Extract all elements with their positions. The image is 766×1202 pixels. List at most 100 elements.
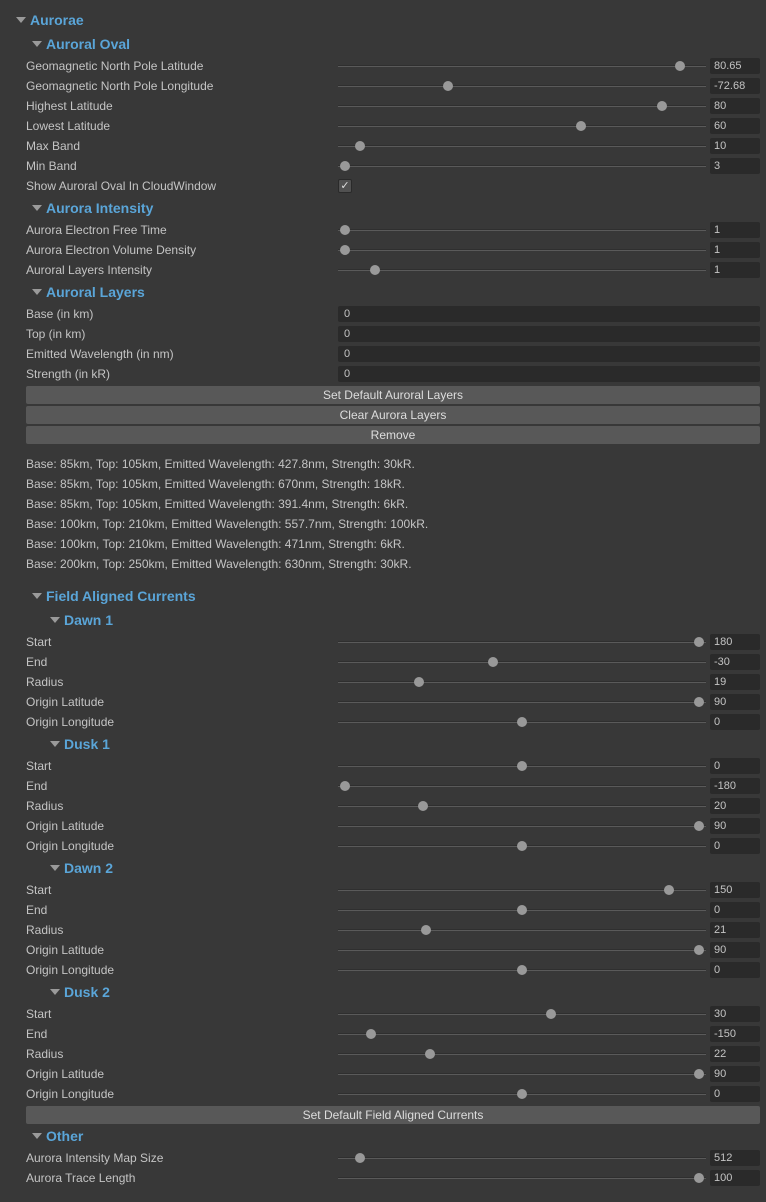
dusk2-origin-lat-field[interactable]: 90 — [710, 1066, 760, 1082]
layer-top-field[interactable]: 0 — [338, 326, 760, 342]
dawn2-end-field[interactable]: 0 — [710, 902, 760, 918]
min-band-field[interactable]: 3 — [710, 158, 760, 174]
dusk1-radius-slider[interactable] — [338, 798, 706, 814]
show-oval-checkbox[interactable] — [338, 179, 352, 193]
trace-length-field[interactable]: 100 — [710, 1170, 760, 1186]
dawn2-radius-slider[interactable] — [338, 922, 706, 938]
layers-intensity-field[interactable]: 1 — [710, 262, 760, 278]
dawn1-origin-lon-label: Origin Longitude — [6, 715, 338, 729]
dawn2-origin-lat-field[interactable]: 90 — [710, 942, 760, 958]
dawn1-end-field[interactable]: -30 — [710, 654, 760, 670]
foldout-icon — [32, 205, 42, 211]
dusk1-origin-lon-field[interactable]: 0 — [710, 838, 760, 854]
dusk1-end-slider[interactable] — [338, 778, 706, 794]
layer-emitted-field[interactable]: 0 — [338, 346, 760, 362]
header-dawn1[interactable]: Dawn 1 — [6, 608, 760, 632]
title-dawn2: Dawn 2 — [64, 860, 113, 876]
lowest-lat-label: Lowest Latitude — [6, 119, 338, 133]
header-dusk1[interactable]: Dusk 1 — [6, 732, 760, 756]
title-aurora-intensity: Aurora Intensity — [46, 200, 153, 216]
dawn1-end-slider[interactable] — [338, 654, 706, 670]
dusk2-end-field[interactable]: -150 — [710, 1026, 760, 1042]
electron-volume-density-field[interactable]: 1 — [710, 242, 760, 258]
dawn1-radius-field[interactable]: 19 — [710, 674, 760, 690]
electron-free-time-slider[interactable] — [338, 222, 706, 238]
dusk1-end-field[interactable]: -180 — [710, 778, 760, 794]
max-band-label: Max Band — [6, 139, 338, 153]
electron-volume-density-slider[interactable] — [338, 242, 706, 258]
highest-lat-slider[interactable] — [338, 98, 706, 114]
dawn1-origin-lon-slider[interactable] — [338, 714, 706, 730]
north-pole-lat-field[interactable]: 80.65 — [710, 58, 760, 74]
north-pole-lon-field[interactable]: -72.68 — [710, 78, 760, 94]
dawn2-origin-lon-slider[interactable] — [338, 962, 706, 978]
dusk2-origin-lat-label: Origin Latitude — [6, 1067, 338, 1081]
dawn1-origin-lat-slider[interactable] — [338, 694, 706, 710]
dawn1-start-field[interactable]: 180 — [710, 634, 760, 650]
dusk1-radius-field[interactable]: 20 — [710, 798, 760, 814]
dusk2-origin-lon-slider[interactable] — [338, 1086, 706, 1102]
dawn2-origin-lon-field[interactable]: 0 — [710, 962, 760, 978]
set-default-auroral-layers-button[interactable]: Set Default Auroral Layers — [26, 386, 760, 404]
dusk2-start-field[interactable]: 30 — [710, 1006, 760, 1022]
dusk2-radius-slider[interactable] — [338, 1046, 706, 1062]
dawn1-origin-lon-field[interactable]: 0 — [710, 714, 760, 730]
layer-entry: Base: 85km, Top: 105km, Emitted Waveleng… — [26, 474, 760, 494]
layer-top-label: Top (in km) — [6, 327, 338, 341]
dawn1-start-slider[interactable] — [338, 634, 706, 650]
layer-strength-field[interactable]: 0 — [338, 366, 760, 382]
highest-lat-label: Highest Latitude — [6, 99, 338, 113]
foldout-icon — [16, 17, 26, 23]
header-aurora-intensity[interactable]: Aurora Intensity — [6, 196, 760, 220]
max-band-field[interactable]: 10 — [710, 138, 760, 154]
intensity-map-size-slider[interactable] — [338, 1150, 706, 1166]
layers-intensity-label: Auroral Layers Intensity — [6, 263, 338, 277]
dusk1-start-field[interactable]: 0 — [710, 758, 760, 774]
header-field-aligned-currents[interactable]: Field Aligned Currents — [6, 584, 760, 608]
clear-aurora-layers-button[interactable]: Clear Aurora Layers — [26, 406, 760, 424]
dusk2-end-slider[interactable] — [338, 1026, 706, 1042]
electron-free-time-field[interactable]: 1 — [710, 222, 760, 238]
dusk1-origin-lat-label: Origin Latitude — [6, 819, 338, 833]
dusk2-origin-lon-field[interactable]: 0 — [710, 1086, 760, 1102]
foldout-icon — [50, 989, 60, 995]
layers-intensity-slider[interactable] — [338, 262, 706, 278]
set-default-fac-button[interactable]: Set Default Field Aligned Currents — [26, 1106, 760, 1124]
dawn1-origin-lat-field[interactable]: 90 — [710, 694, 760, 710]
min-band-slider[interactable] — [338, 158, 706, 174]
dawn2-start-slider[interactable] — [338, 882, 706, 898]
header-dawn2[interactable]: Dawn 2 — [6, 856, 760, 880]
layer-base-field[interactable]: 0 — [338, 306, 760, 322]
dusk2-radius-label: Radius — [6, 1047, 338, 1061]
lowest-lat-field[interactable]: 60 — [710, 118, 760, 134]
dusk1-origin-lon-slider[interactable] — [338, 838, 706, 854]
header-auroral-layers[interactable]: Auroral Layers — [6, 280, 760, 304]
dawn2-origin-lat-slider[interactable] — [338, 942, 706, 958]
dusk2-radius-field[interactable]: 22 — [710, 1046, 760, 1062]
north-pole-lat-slider[interactable] — [338, 58, 706, 74]
dawn2-start-field[interactable]: 150 — [710, 882, 760, 898]
dawn2-start-label: Start — [6, 883, 338, 897]
header-other[interactable]: Other — [6, 1124, 760, 1148]
foldout-icon — [32, 1133, 42, 1139]
highest-lat-field[interactable]: 80 — [710, 98, 760, 114]
dusk1-origin-lat-field[interactable]: 90 — [710, 818, 760, 834]
dusk1-start-slider[interactable] — [338, 758, 706, 774]
trace-length-slider[interactable] — [338, 1170, 706, 1186]
intensity-map-size-field[interactable]: 512 — [710, 1150, 760, 1166]
dusk2-start-slider[interactable] — [338, 1006, 706, 1022]
header-auroral-oval[interactable]: Auroral Oval — [6, 32, 760, 56]
header-aurorae[interactable]: Aurorae — [6, 8, 760, 32]
dusk1-origin-lat-slider[interactable] — [338, 818, 706, 834]
max-band-slider[interactable] — [338, 138, 706, 154]
remove-button[interactable]: Remove — [26, 426, 760, 444]
dawn2-end-slider[interactable] — [338, 902, 706, 918]
dawn2-radius-label: Radius — [6, 923, 338, 937]
header-dusk2[interactable]: Dusk 2 — [6, 980, 760, 1004]
lowest-lat-slider[interactable] — [338, 118, 706, 134]
dawn1-radius-slider[interactable] — [338, 674, 706, 690]
dawn2-radius-field[interactable]: 21 — [710, 922, 760, 938]
dusk2-origin-lon-label: Origin Longitude — [6, 1087, 338, 1101]
north-pole-lon-slider[interactable] — [338, 78, 706, 94]
dusk2-origin-lat-slider[interactable] — [338, 1066, 706, 1082]
